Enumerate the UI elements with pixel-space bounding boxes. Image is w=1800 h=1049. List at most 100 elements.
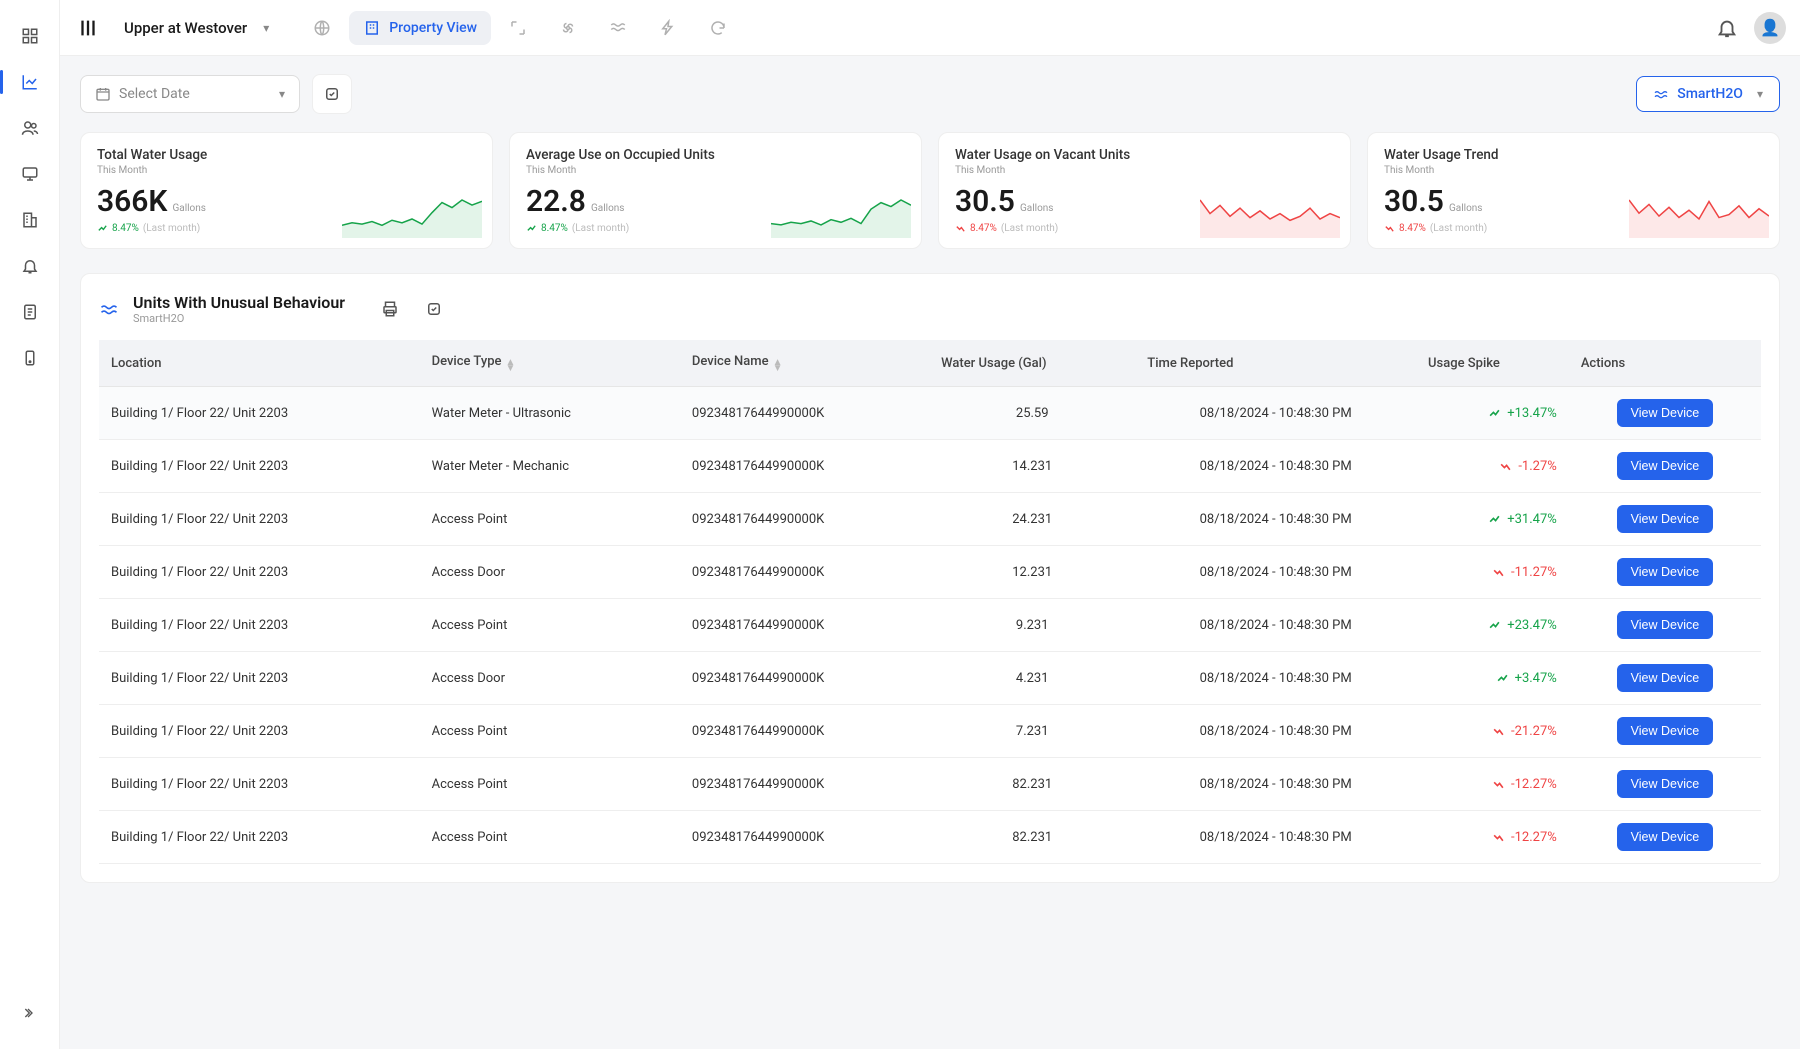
cell-time: 08/18/2024 - 10:48:30 PM [1135,493,1416,546]
cell-spike: -12.27% [1416,758,1569,811]
view-device-button[interactable]: View Device [1617,505,1714,533]
cell-usage: 9.231 [929,599,1135,652]
view-device-button[interactable]: View Device [1617,399,1714,427]
sparkline-chart [342,196,482,238]
print-icon [381,300,399,318]
tab-fan[interactable] [545,11,591,45]
app-logo-icon [74,14,102,42]
column-header[interactable]: Usage Spike [1416,340,1569,387]
sidebar-item-device[interactable] [12,340,48,376]
stat-card: Total Water Usage This Month 366KGallons… [80,132,493,249]
card-sub: This Month [97,165,476,176]
calendar-icon [95,86,111,102]
card-sub: This Month [1384,165,1763,176]
date-select[interactable]: Select Date ▾ [80,75,300,113]
unusual-behaviour-table: LocationDevice Type▲▼Device Name▲▼Water … [99,340,1761,864]
sidebar-item-alerts[interactable] [12,248,48,284]
cell-time: 08/18/2024 - 10:48:30 PM [1135,440,1416,493]
view-device-button[interactable]: View Device [1617,452,1714,480]
card-sub: This Month [526,165,905,176]
expand-icon [509,19,527,37]
cell-location: Building 1/ Floor 22/ Unit 2203 [99,811,420,864]
sidebar-expand[interactable] [12,995,48,1031]
cell-device-type: Access Point [420,599,680,652]
notifications-button[interactable] [1716,17,1738,39]
stat-card: Average Use on Occupied Units This Month… [509,132,922,249]
cell-location: Building 1/ Floor 22/ Unit 2203 [99,440,420,493]
export-button[interactable] [417,292,451,326]
property-name: Upper at Westover [124,19,247,37]
table-row: Building 1/ Floor 22/ Unit 2203 Access P… [99,811,1761,864]
refresh-icon [323,85,341,103]
view-device-button[interactable]: View Device [1617,664,1714,692]
view-device-button[interactable]: View Device [1617,558,1714,586]
cell-time: 08/18/2024 - 10:48:30 PM [1135,705,1416,758]
sidebar-item-dashboard[interactable] [12,18,48,54]
cell-usage: 25.59 [929,387,1135,440]
column-header[interactable]: Actions [1569,340,1761,387]
sidebar-item-monitor[interactable] [12,156,48,192]
cell-location: Building 1/ Floor 22/ Unit 2203 [99,599,420,652]
building-icon [363,19,381,37]
card-title: Average Use on Occupied Units [526,147,905,163]
table-row: Building 1/ Floor 22/ Unit 2203 Access D… [99,652,1761,705]
cell-device-type: Access Point [420,493,680,546]
view-device-button[interactable]: View Device [1617,717,1714,745]
view-device-button[interactable]: View Device [1617,611,1714,639]
stat-card: Water Usage Trend This Month 30.5Gallons… [1367,132,1780,249]
table-row: Building 1/ Floor 22/ Unit 2203 Access D… [99,546,1761,599]
cell-device-name: 09234817644990000K [680,652,929,705]
card-title: Water Usage Trend [1384,147,1763,163]
cell-location: Building 1/ Floor 22/ Unit 2203 [99,493,420,546]
cell-time: 08/18/2024 - 10:48:30 PM [1135,652,1416,705]
cell-device-type: Access Door [420,652,680,705]
column-header[interactable]: Time Reported [1135,340,1416,387]
smart-label: SmartH2O [1677,86,1743,102]
note-icon [21,303,39,321]
sidebar-item-notes[interactable] [12,294,48,330]
table-row: Building 1/ Floor 22/ Unit 2203 Access P… [99,599,1761,652]
cell-time: 08/18/2024 - 10:48:30 PM [1135,546,1416,599]
tab-property-view[interactable]: Property View [349,11,491,45]
monitor-icon [21,165,39,183]
cell-device-name: 09234817644990000K [680,758,929,811]
export-icon [425,300,443,318]
refresh-button[interactable] [312,74,352,114]
view-device-button[interactable]: View Device [1617,770,1714,798]
globe-icon [313,19,331,37]
user-avatar[interactable]: 👤 [1754,12,1786,44]
sidebar-item-users[interactable] [12,110,48,146]
tab-lightning[interactable] [645,11,691,45]
print-button[interactable] [373,292,407,326]
cell-time: 08/18/2024 - 10:48:30 PM [1135,758,1416,811]
cell-device-type: Access Point [420,705,680,758]
cell-device-type: Water Meter - Ultrasonic [420,387,680,440]
tab-water[interactable] [595,11,641,45]
sidebar-item-building[interactable] [12,202,48,238]
cell-time: 08/18/2024 - 10:48:30 PM [1135,811,1416,864]
panel-title: Units With Unusual Behaviour [133,293,345,312]
tab-expand[interactable] [495,11,541,45]
column-header[interactable]: Device Type▲▼ [420,340,680,387]
chevron-down-icon: ▾ [1757,87,1763,101]
sort-icon[interactable]: ▲▼ [773,360,783,372]
tab-sync[interactable] [695,11,741,45]
sort-icon[interactable]: ▲▼ [506,360,516,372]
cell-spike: +23.47% [1416,599,1569,652]
cell-device-name: 09234817644990000K [680,546,929,599]
property-selector[interactable]: Upper at Westover ▾ [116,13,277,43]
column-header[interactable]: Water Usage (Gal) [929,340,1135,387]
sidebar-item-analytics[interactable] [12,64,48,100]
topbar: Upper at Westover ▾ Property View [60,0,1800,56]
column-header[interactable]: Location [99,340,420,387]
column-header[interactable]: Device Name▲▼ [680,340,929,387]
table-row: Building 1/ Floor 22/ Unit 2203 Access P… [99,493,1761,546]
smarth2o-button[interactable]: SmartH2O ▾ [1636,76,1780,112]
cell-usage: 14.231 [929,440,1135,493]
water-icon [1653,86,1669,102]
sync-icon [709,19,727,37]
building-icon [21,211,39,229]
tab-globe[interactable] [299,11,345,45]
cell-device-name: 09234817644990000K [680,599,929,652]
view-device-button[interactable]: View Device [1617,823,1714,851]
